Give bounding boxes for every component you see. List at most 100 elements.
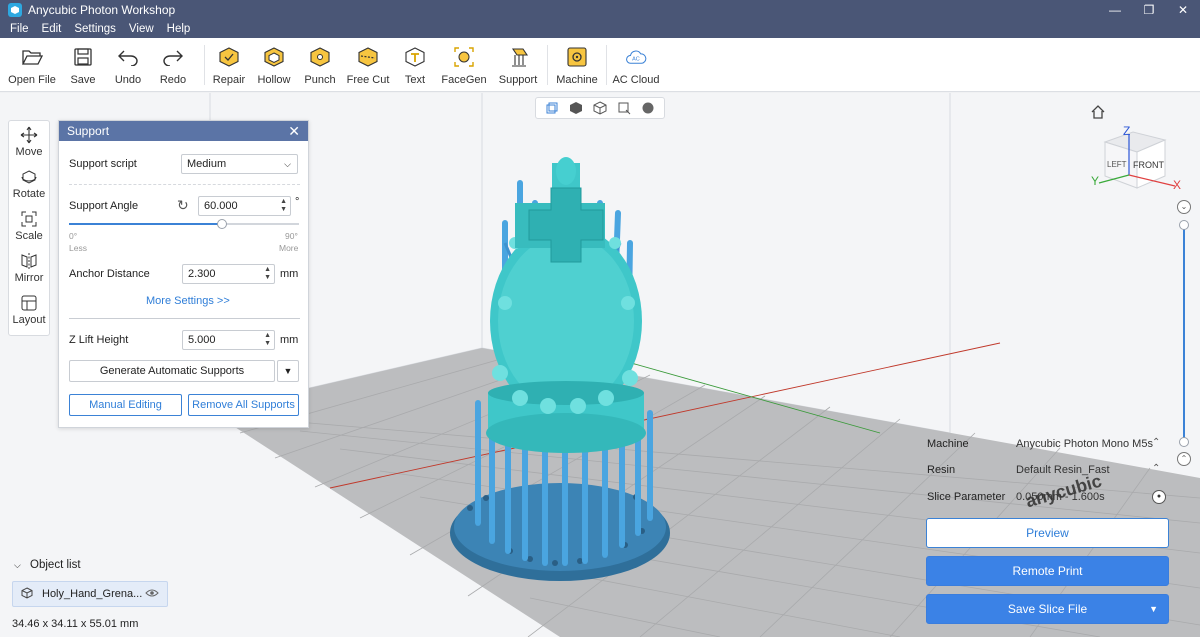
remove-all-supports-button[interactable]: Remove All Supports [188,394,299,416]
chevron-up-icon: ⌃ [1180,454,1188,463]
scale-icon [19,210,39,228]
solid-view-icon[interactable] [569,101,583,115]
cube-front-face: FRONT [1133,160,1164,170]
generate-supports-button[interactable]: Generate Automatic Supports [69,360,275,382]
navigation-cube[interactable]: Z LEFT FRONT X Y [1085,120,1195,200]
support-angle-input[interactable]: 60.000 ▲ ▼ [198,196,291,216]
scale-tool[interactable]: Scale [15,205,43,247]
menu-help[interactable]: Help [167,23,191,35]
toolbar-divider [547,45,548,85]
chevron-down-icon: ⌵ [284,159,291,169]
maximize-button[interactable]: ❐ [1132,0,1166,20]
close-button[interactable]: ✕ [1166,0,1200,20]
save-icon [72,46,94,68]
toolbar-divider [204,45,205,85]
save-slice-file-label: Save Slice File [1007,602,1088,616]
repair-icon [218,46,240,68]
menu-view[interactable]: View [129,23,154,35]
hollow-button[interactable]: Hollow [249,38,299,92]
angle-more-label: More [279,243,299,253]
redo-icon [162,46,184,68]
text-label: Text [404,74,426,86]
support-button[interactable]: Support [493,38,543,92]
support-label: Support [498,74,538,86]
transform-tools: Move Rotate Scale Mirror Layout [8,120,50,336]
more-settings-link[interactable]: More Settings >> [146,295,230,307]
facegen-button[interactable]: FaceGen [435,38,493,92]
support-script-select[interactable]: Medium ⌵ [181,154,298,174]
anchor-distance-input[interactable]: 2.300 ▲ ▼ [182,264,275,284]
open-file-button[interactable]: Open File [0,38,64,92]
move-tool[interactable]: Move [15,121,43,163]
undo-button[interactable]: Undo [102,38,154,92]
support-panel-header: Support ✕ [59,121,308,141]
settings-gear-icon[interactable]: ● [1152,490,1166,504]
hollow-label: Hollow [257,74,291,86]
redo-button[interactable]: Redo [154,38,192,92]
caret-down-icon[interactable]: ▼ [1149,595,1158,623]
sphere-view-icon[interactable] [641,101,655,115]
machine-chevron-icon[interactable]: ⌃ [1152,437,1160,448]
free-cut-button[interactable]: Free Cut [341,38,395,92]
machine-icon [566,46,588,68]
save-slice-file-button[interactable]: Save Slice File ▼ [926,594,1169,624]
text-button[interactable]: Text [395,38,435,92]
angle-stepper[interactable]: ▲ ▼ [280,198,287,214]
mirror-icon [19,252,39,270]
mirror-tool[interactable]: Mirror [15,247,43,289]
resin-chevron-icon[interactable]: ⌃ [1152,463,1160,474]
layer-slider-top-knob[interactable] [1179,220,1189,230]
layer-down-button[interactable]: ⌃ [1177,452,1191,466]
support-angle-slider[interactable] [69,219,299,229]
z-lift-height-input[interactable]: 5.000 ▲ ▼ [182,330,275,350]
perspective-view-icon[interactable] [545,101,559,115]
caret-down-icon: ▼ [283,366,293,376]
move-icon [19,126,39,144]
object-list-item[interactable]: Holy_Hand_Grena... [12,581,168,607]
layer-slider[interactable] [1183,224,1185,442]
save-button[interactable]: Save [64,38,102,92]
ac-cloud-icon: AC [625,46,647,68]
z-axis-label: Z [1123,124,1131,138]
resin-value[interactable]: Default Resin_Fast [1016,464,1110,476]
anchor-stepper[interactable]: ▲ ▼ [264,266,271,282]
rotate-tool[interactable]: Rotate [13,163,45,205]
text-icon [404,46,426,68]
section-view-icon[interactable] [617,101,631,115]
close-icon[interactable]: ✕ [288,123,300,140]
app-logo-icon [8,3,22,17]
menu-settings[interactable]: Settings [74,23,116,35]
wireframe-view-icon[interactable] [593,101,607,115]
manual-editing-button[interactable]: Manual Editing [69,394,182,416]
layer-up-button[interactable]: ⌄ [1177,200,1191,214]
object-list-header[interactable]: ⌵ Object list [14,559,81,571]
ac-cloud-button[interactable]: AC AC Cloud [611,38,661,92]
remote-print-button[interactable]: Remote Print [926,556,1169,586]
eye-icon[interactable] [145,588,159,601]
redo-label: Redo [159,74,187,86]
minimize-button[interactable]: — [1098,0,1132,20]
machine-value[interactable]: Anycubic Photon Mono M5s [1016,438,1153,450]
generate-options-dropdown[interactable]: ▼ [277,360,299,382]
y-axis-label: Y [1091,174,1100,188]
undo-icon [117,46,139,68]
slice-parameter-value[interactable]: 0.050mm - 1.600s [1016,491,1105,503]
machine-button[interactable]: Machine [550,38,604,92]
preview-button[interactable]: Preview [926,518,1169,548]
layout-tool[interactable]: Layout [12,289,46,331]
anchor-distance-value: 2.300 [188,268,216,280]
reset-angle-icon[interactable]: ↻ [177,197,189,214]
punch-button[interactable]: Punch [299,38,341,92]
repair-button[interactable]: Repair [209,38,249,92]
slider-knob[interactable] [217,219,228,229]
slider-fill [69,223,223,225]
move-label: Move [15,146,43,158]
layer-slider-bottom-knob[interactable] [1179,437,1189,447]
menu-file[interactable]: File [10,23,29,35]
hollow-icon [263,46,285,68]
z-lift-height-label: Z Lift Height [69,334,129,346]
folder-open-icon [21,46,43,68]
menu-edit[interactable]: Edit [42,23,62,35]
undo-label: Undo [114,74,142,86]
z-lift-stepper[interactable]: ▲ ▼ [264,332,271,348]
